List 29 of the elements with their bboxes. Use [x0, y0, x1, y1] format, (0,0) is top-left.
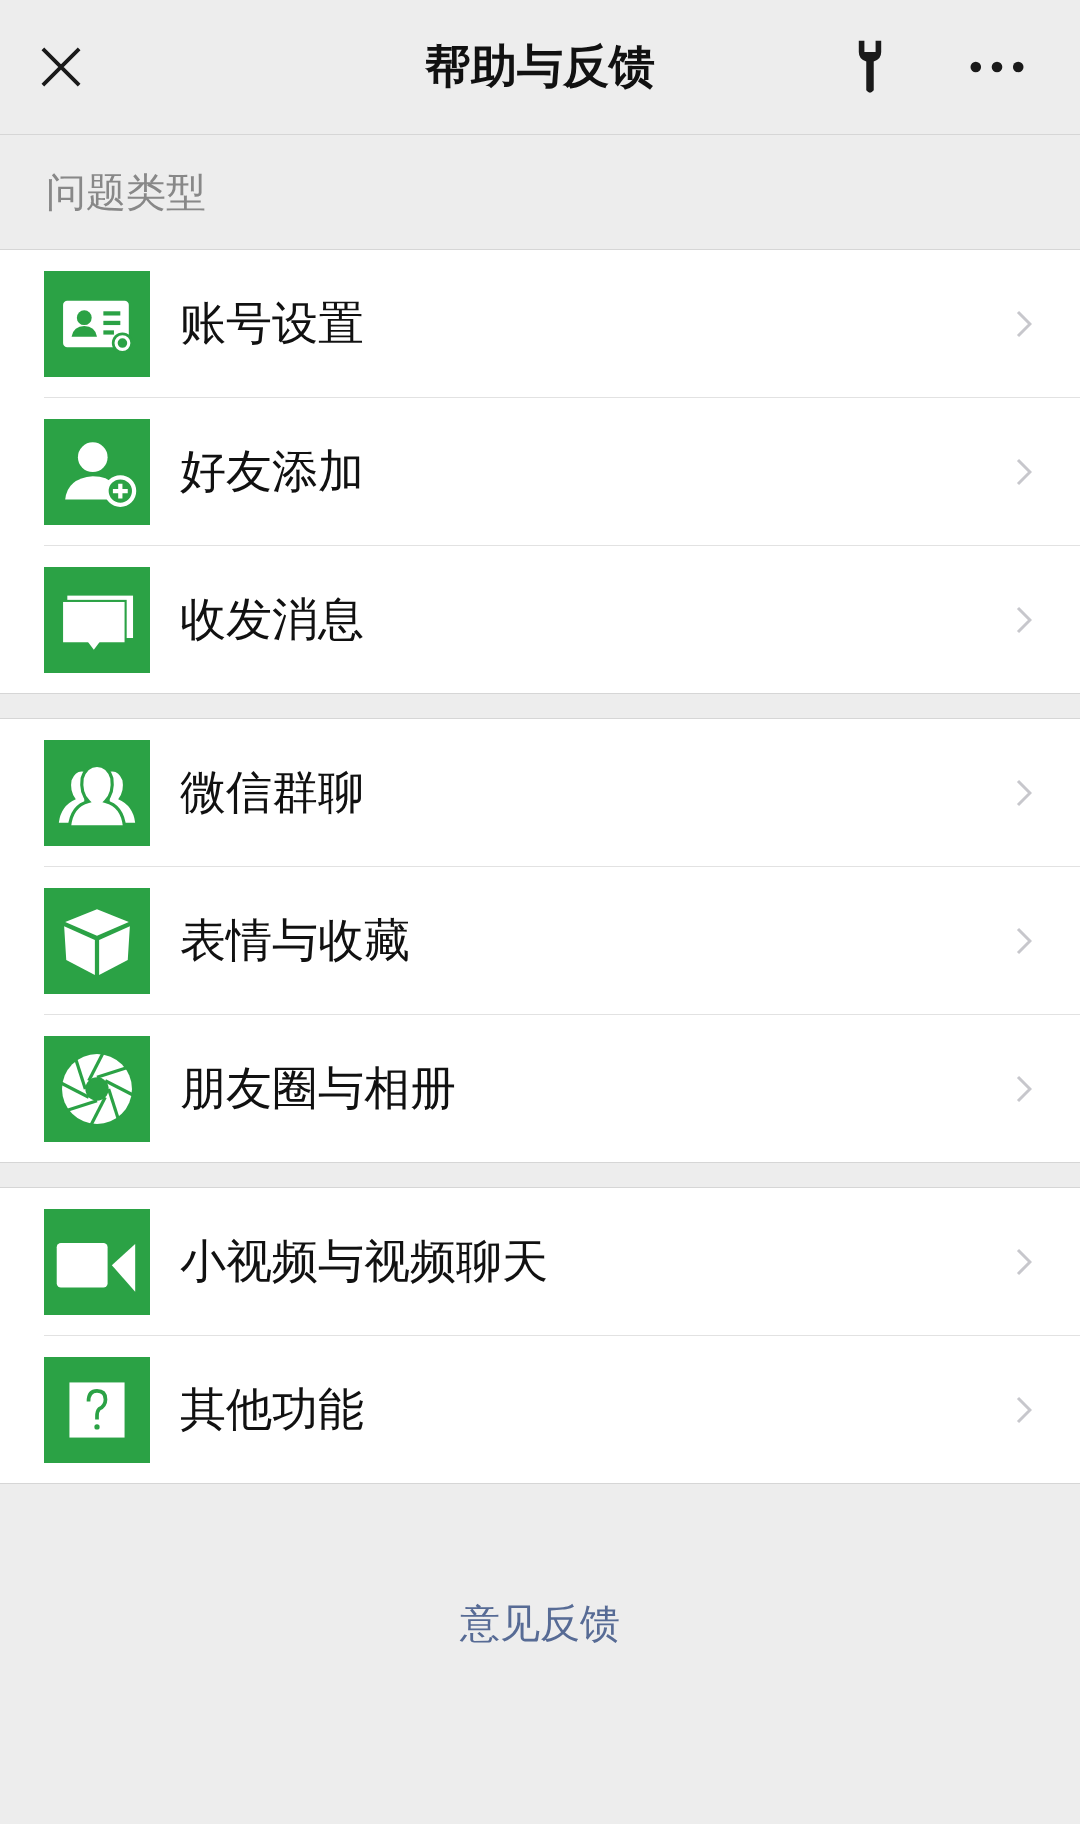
chevron-icon — [1016, 457, 1032, 486]
id-card-icon — [44, 270, 150, 377]
cube-icon — [44, 887, 150, 994]
chevron-icon — [1016, 926, 1032, 955]
chevron-icon — [1016, 605, 1032, 634]
menu-item[interactable]: 微信群聊 — [44, 719, 1080, 867]
close-icon[interactable] — [40, 46, 82, 88]
chevron-icon — [1016, 778, 1032, 807]
question-icon — [44, 1356, 150, 1463]
chevron-icon — [1016, 1395, 1032, 1424]
video-camera-icon — [44, 1208, 150, 1315]
add-person-icon — [44, 418, 150, 525]
menu-item[interactable]: 好友添加 — [44, 398, 1080, 546]
menu-item[interactable]: 账号设置 — [44, 250, 1080, 398]
menu-item[interactable]: 收发消息 — [0, 546, 1080, 693]
chevron-icon — [1016, 309, 1032, 338]
feedback-link[interactable]: 意见反馈 — [460, 1596, 620, 1651]
more-icon[interactable] — [970, 61, 1024, 73]
section-label: 问题类型 — [46, 167, 206, 217]
chevron-icon — [1016, 1074, 1032, 1103]
chevron-icon — [1016, 1247, 1032, 1276]
people-icon — [44, 739, 150, 846]
menu-item[interactable]: 朋友圈与相册 — [0, 1015, 1080, 1162]
menu-item[interactable]: 其他功能 — [0, 1336, 1080, 1483]
speech-bubble-icon — [44, 566, 150, 673]
aperture-icon — [44, 1035, 150, 1142]
page-title: 帮助与反馈 — [425, 38, 655, 95]
menu-item[interactable]: 表情与收藏 — [44, 867, 1080, 1015]
menu-item[interactable]: 小视频与视频聊天 — [44, 1188, 1080, 1336]
